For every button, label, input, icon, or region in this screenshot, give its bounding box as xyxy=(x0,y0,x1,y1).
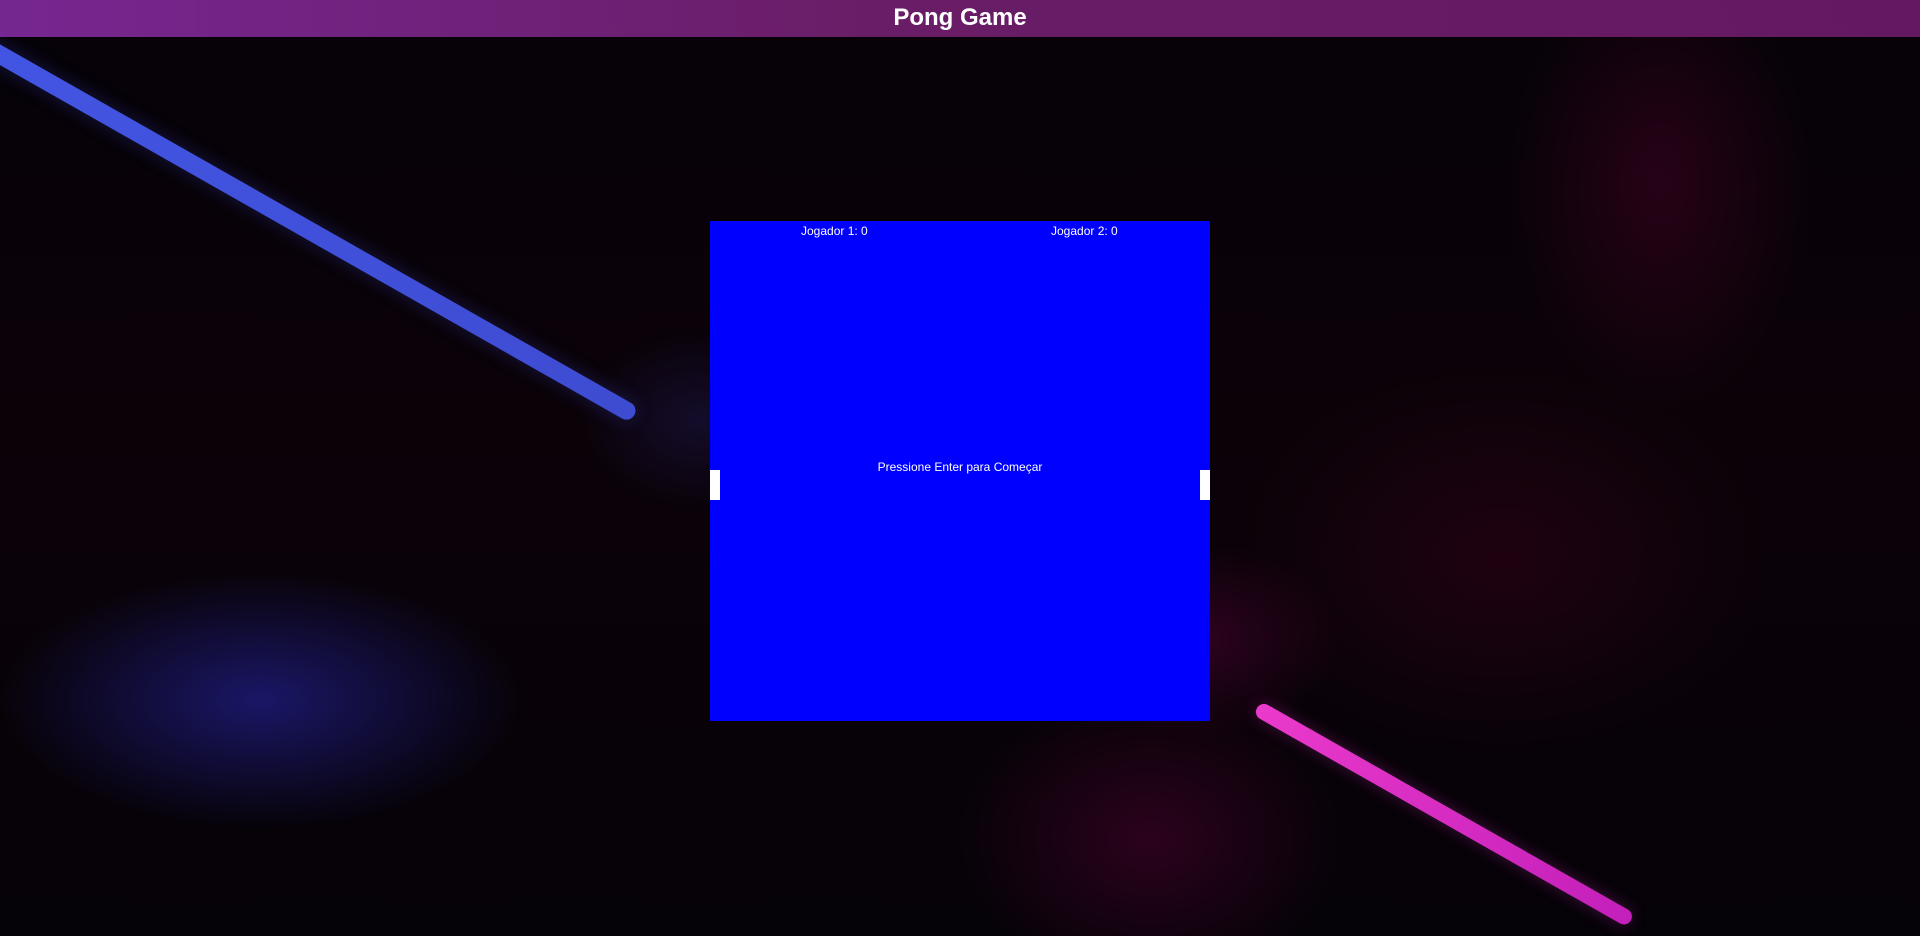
player-2-score: Jogador 2: 0 xyxy=(1051,224,1118,238)
pong-game-board[interactable]: Jogador 1: 0 Jogador 2: 0 Pressione Ente… xyxy=(710,221,1210,721)
player-1-score: Jogador 1: 0 xyxy=(801,224,868,238)
blue-light-beam xyxy=(0,7,639,423)
game-page: Pong Game Jogador 1: 0 Jogador 2: 0 Pres… xyxy=(0,0,1920,936)
top-header-bar: Pong Game xyxy=(0,0,1920,37)
pink-light-beam xyxy=(1253,701,1635,928)
page-title: Pong Game xyxy=(893,4,1027,31)
left-paddle[interactable] xyxy=(710,470,720,500)
start-prompt: Pressione Enter para Começar xyxy=(877,460,1043,474)
right-paddle[interactable] xyxy=(1200,470,1210,500)
